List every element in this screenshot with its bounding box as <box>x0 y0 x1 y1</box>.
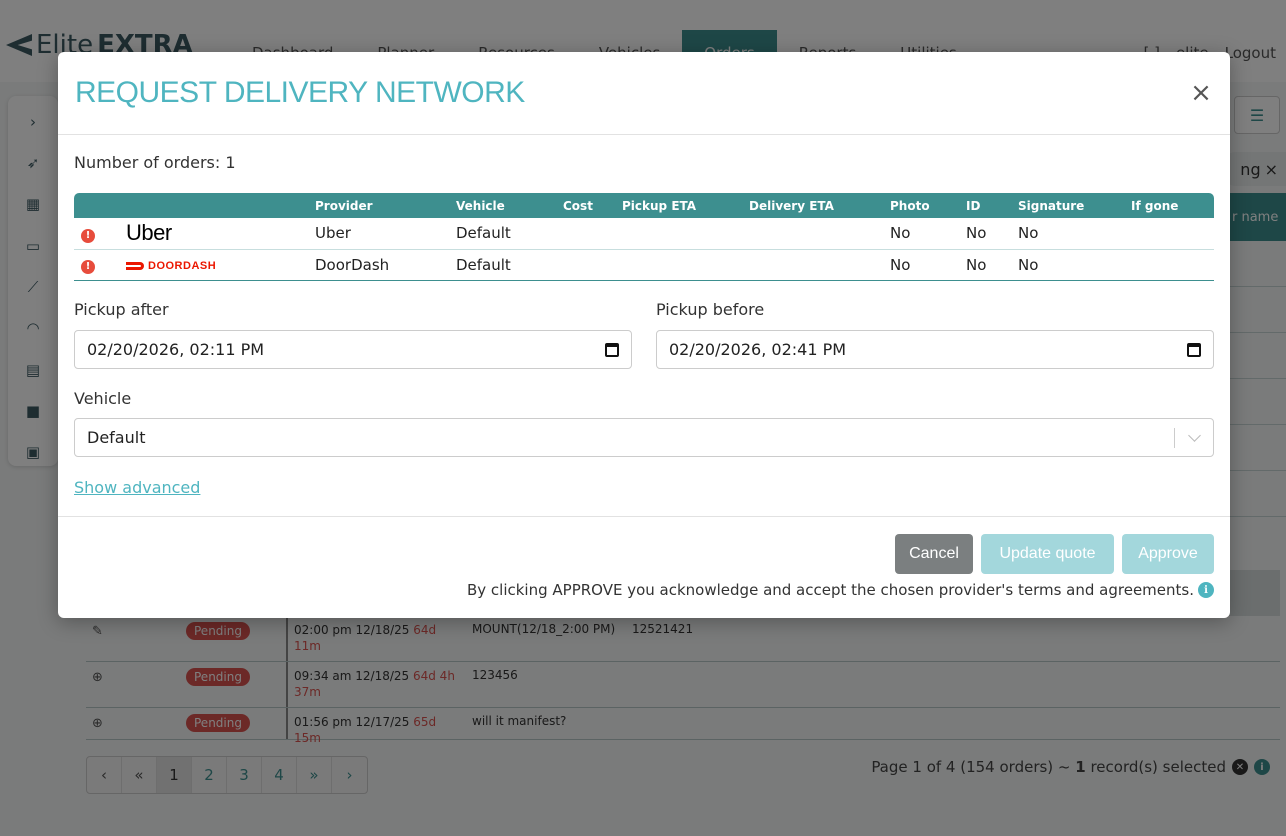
column-photo[interactable]: Photo <box>890 193 966 218</box>
order-count: Number of orders: 1 <box>74 153 236 172</box>
vehicle-select[interactable]: Default <box>74 418 1214 457</box>
pickup-after-input[interactable]: 02/20/2026, 02:11 PM <box>74 330 632 369</box>
provider-if-gone <box>1131 249 1214 281</box>
provider-cost <box>563 218 622 250</box>
pickup-before-input[interactable]: 02/20/2026, 02:41 PM <box>656 330 1214 369</box>
update-quote-button[interactable]: Update quote <box>981 534 1114 574</box>
column-signature[interactable]: Signature <box>1018 193 1131 218</box>
provider-pickup-eta <box>622 249 749 281</box>
column-cost[interactable]: Cost <box>563 193 622 218</box>
column-provider[interactable]: Provider <box>315 193 456 218</box>
provider-if-gone <box>1131 218 1214 250</box>
calendar-icon[interactable] <box>605 342 619 357</box>
chevron-down-icon[interactable] <box>1188 429 1201 442</box>
vehicle-label: Vehicle <box>74 389 132 408</box>
calendar-icon[interactable] <box>1187 342 1201 357</box>
provider-name: DoorDash <box>315 249 456 281</box>
column-vehicle[interactable]: Vehicle <box>456 193 563 218</box>
provider-vehicle: Default <box>456 249 563 281</box>
info-icon[interactable]: i <box>1198 582 1214 598</box>
provider-photo: No <box>890 218 966 250</box>
warning-icon[interactable]: ! <box>81 259 95 274</box>
modal-footer: Cancel Update quote Approve By clicking … <box>58 516 1230 618</box>
provider-table-header: Provider Vehicle Cost Pickup ETA Deliver… <box>74 193 1214 218</box>
provider-id: No <box>966 218 1018 250</box>
provider-delivery-eta <box>749 249 890 281</box>
doordash-mark-icon <box>126 261 144 270</box>
provider-vehicle: Default <box>456 218 563 250</box>
pickup-after-value: 02/20/2026, 02:11 PM <box>87 340 265 359</box>
provider-row-uber[interactable]: ! Uber Uber Default No No No <box>74 218 1214 250</box>
column-delivery-eta[interactable]: Delivery ETA <box>749 193 890 218</box>
provider-id: No <box>966 249 1018 281</box>
column-if-gone[interactable]: If gone <box>1131 193 1214 218</box>
terms-notice: By clicking APPROVE you acknowledge and … <box>467 581 1214 599</box>
provider-cost <box>563 249 622 281</box>
doordash-logo: DOORDASH <box>126 260 216 272</box>
provider-row-doordash[interactable]: ! DOORDASH DoorDash Default No No No <box>74 249 1214 281</box>
provider-table: Provider Vehicle Cost Pickup ETA Deliver… <box>74 193 1214 281</box>
warning-icon[interactable]: ! <box>81 228 95 243</box>
column-status <box>74 193 126 218</box>
column-logo <box>126 193 315 218</box>
request-delivery-network-dialog: REQUEST DELIVERY NETWORK × Number of ord… <box>58 52 1230 618</box>
select-separator <box>1174 428 1175 448</box>
provider-signature: No <box>1018 218 1131 250</box>
provider-pickup-eta <box>622 218 749 250</box>
modal-title: REQUEST DELIVERY NETWORK <box>75 76 525 109</box>
cancel-button[interactable]: Cancel <box>895 534 973 574</box>
provider-photo: No <box>890 249 966 281</box>
column-pickup-eta[interactable]: Pickup ETA <box>622 193 749 218</box>
provider-name: Uber <box>315 218 456 250</box>
uber-logo: Uber <box>126 220 172 246</box>
vehicle-select-value: Default <box>87 428 146 447</box>
approve-button[interactable]: Approve <box>1122 534 1214 574</box>
provider-signature: No <box>1018 249 1131 281</box>
pickup-after-label: Pickup after <box>74 300 169 319</box>
pickup-before-label: Pickup before <box>656 300 765 319</box>
close-icon[interactable]: × <box>1186 78 1216 108</box>
pickup-before-value: 02/20/2026, 02:41 PM <box>669 340 847 359</box>
modal-header: REQUEST DELIVERY NETWORK × <box>58 52 1230 135</box>
show-advanced-link[interactable]: Show advanced <box>74 478 200 497</box>
terms-text: By clicking APPROVE you acknowledge and … <box>466 581 1194 599</box>
provider-delivery-eta <box>749 218 890 250</box>
column-id[interactable]: ID <box>966 193 1018 218</box>
